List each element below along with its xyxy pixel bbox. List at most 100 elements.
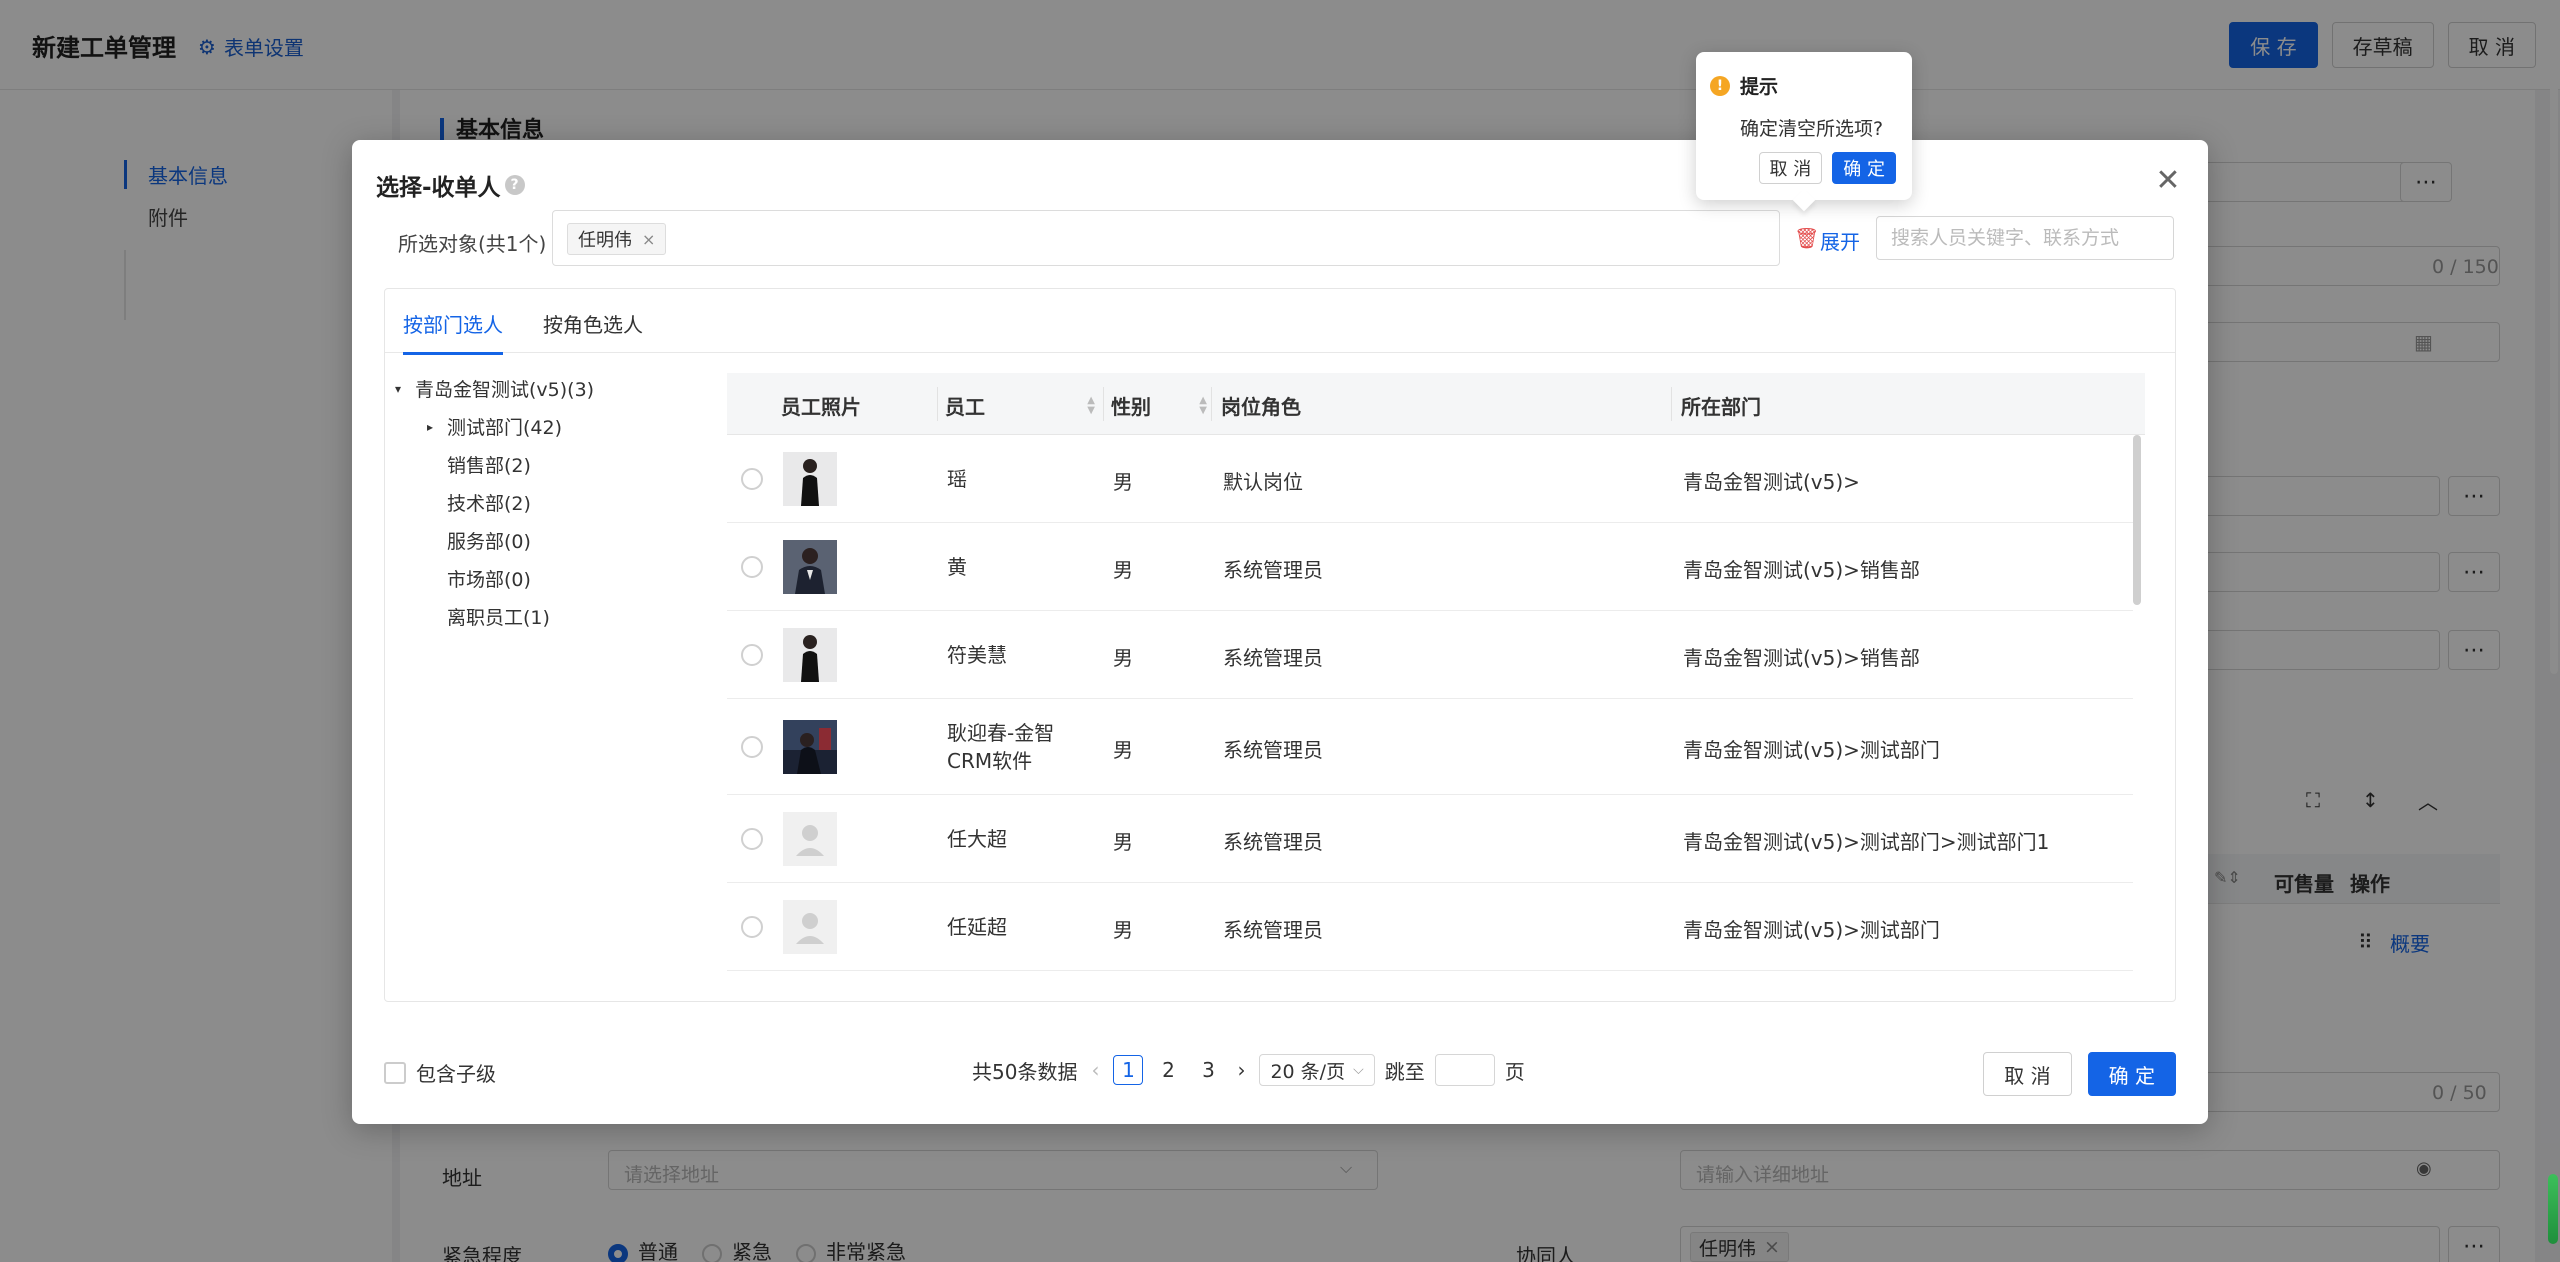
employee-gender: 男 [1113, 558, 1133, 582]
page-scrollbar-thumb[interactable] [2550, 4, 2558, 674]
sort-icon[interactable]: ▲ ▼ [1087, 395, 1095, 416]
employee-gender: 男 [1113, 918, 1133, 942]
selected-objects-box[interactable]: 任明伟 × [552, 210, 1780, 266]
popover-cancel-button[interactable]: 取 消 [1758, 152, 1823, 184]
table-row[interactable]: 耿迎春-金智CRM软件 男 系统管理员 青岛金智测试(v5)>测试部门 [727, 699, 2133, 795]
tab-by-department[interactable]: 按部门选人 [403, 309, 503, 355]
page-size-select[interactable]: 20 条/页 ⌵ [1259, 1054, 1375, 1086]
prev-page-icon[interactable]: ‹ [1087, 1058, 1103, 1082]
employee-role: 默认岗位 [1223, 470, 1303, 494]
page-unit: 页 [1504, 1059, 1525, 1084]
table-row[interactable]: 任大超 男 系统管理员 青岛金智测试(v5)>测试部门>测试部门1 [727, 795, 2133, 883]
remove-tag-icon[interactable]: × [642, 230, 655, 249]
tree-node[interactable]: 销售部(2) [427, 451, 531, 478]
row-radio[interactable] [741, 556, 763, 578]
tree-node[interactable]: 市场部(0) [427, 565, 531, 592]
table-header: 员工照片 员工 ▲ ▼ 性别 ▲ ▼ 岗位角色 所在部门 [727, 373, 2145, 435]
col-department: 所在部门 [1681, 395, 1761, 419]
default-avatar-image [783, 812, 837, 866]
selector-tabs: 按部门选人 按角色选人 [385, 289, 2175, 355]
employee-department: 青岛金智测试(v5)> [1683, 470, 1860, 494]
employee-table: 员工照片 员工 ▲ ▼ 性别 ▲ ▼ 岗位角色 所在部门 瑶男默认岗位 青岛金智测试(v5… [727, 373, 2145, 985]
employee-department: 青岛金智测试(v5)>测试部门>测试部门1 [1683, 830, 2050, 854]
employee-role: 系统管理员 [1223, 830, 1323, 854]
caret-right-icon[interactable]: ▸ [427, 420, 447, 434]
clear-confirm-popover: ! 提示 确定清空所选项? 取 消 确 定 [1696, 52, 1912, 200]
row-radio[interactable] [741, 736, 763, 758]
table-row[interactable]: 瑶 男 默认岗位 青岛金智测试(v5)> [727, 435, 2133, 523]
selected-tag: 任明伟 × [567, 223, 667, 255]
search-input[interactable] [1876, 216, 2174, 260]
tree-node-label: 市场部(0) [447, 569, 531, 591]
col-separator [937, 387, 938, 421]
chevron-down-icon: ⌵ [1353, 1062, 1364, 1078]
modal-title: 选择-收单人 ? [376, 168, 525, 202]
employee-name: 耿迎春-金智CRM软件 [947, 721, 1055, 773]
jump-label: 跳至 [1384, 1059, 1425, 1084]
table-row[interactable]: 黄 男 系统管理员 青岛金智测试(v5)>销售部 [727, 523, 2133, 611]
help-icon[interactable]: ? [504, 175, 525, 195]
total-count: 共50条数据 [972, 1059, 1078, 1084]
row-radio[interactable] [741, 828, 763, 850]
page-3[interactable]: 3 [1193, 1055, 1223, 1085]
next-page-icon[interactable]: › [1233, 1058, 1249, 1082]
row-radio[interactable] [741, 468, 763, 490]
employee-name: 黄 [947, 555, 967, 579]
employee-gender: 男 [1113, 830, 1133, 854]
tree-node-label: 测试部门(42) [447, 417, 563, 439]
tree-node[interactable]: 服务部(0) [427, 527, 531, 554]
popover-title: ! 提示 [1710, 72, 1778, 99]
tree-node[interactable]: ▾ 青岛金智测试(v5)(3) [395, 375, 594, 402]
expand-link[interactable]: 展开 [1820, 226, 1860, 255]
warning-icon: ! [1710, 75, 1730, 96]
tree-node-label: 服务部(0) [447, 531, 531, 553]
floating-indicator[interactable] [2548, 1174, 2558, 1244]
tree-node[interactable]: ▸ 测试部门(42) [427, 413, 562, 440]
photo-suit-image [783, 540, 837, 594]
employee-gender: 男 [1113, 646, 1133, 670]
employee-department: 青岛金智测试(v5)>测试部门 [1683, 918, 1940, 942]
tree-node-label: 青岛金智测试(v5)(3) [415, 379, 595, 401]
employee-gender: 男 [1113, 738, 1133, 762]
table-row[interactable]: 符美慧 男 系统管理员 青岛金智测试(v5)>销售部 [727, 611, 2133, 699]
close-icon[interactable]: ✕ [2150, 162, 2186, 198]
table-row[interactable]: 任延超 男 系统管理员 青岛金智测试(v5)>测试部门 [727, 883, 2133, 971]
col-photo: 员工照片 [781, 395, 861, 419]
tree-node-label: 离职员工(1) [447, 607, 550, 629]
modal-confirm-button[interactable]: 确 定 [2087, 1052, 2176, 1096]
tree-node[interactable]: 离职员工(1) [427, 603, 550, 630]
selector-panel: 按部门选人 按角色选人 ▾ 青岛金智测试(v5)(3) ▸ 测试部门(42) 销售部(2… [384, 288, 2176, 1002]
row-radio[interactable] [741, 644, 763, 666]
col-separator [1211, 387, 1212, 421]
page-1[interactable]: 1 [1113, 1055, 1144, 1085]
employee-department: 青岛金智测试(v5)>销售部 [1683, 558, 1920, 582]
select-receiver-modal: 选择-收单人 ? ✕ 所选对象(共1个) 任明伟 × 🗑 展开 按部门选人 按角… [352, 140, 2208, 1124]
modal-cancel-button[interactable]: 取 消 [1983, 1052, 2072, 1096]
default-avatar-image [783, 900, 837, 954]
sort-icon[interactable]: ▲ ▼ [1199, 395, 1207, 416]
modal-actions: 取 消 确 定 [1983, 1052, 2176, 1096]
trash-icon[interactable]: 🗑 [1794, 226, 1819, 250]
employee-role: 系统管理员 [1223, 918, 1323, 942]
page-scrollbar[interactable] [2548, 0, 2560, 1262]
employee-role: 系统管理员 [1223, 558, 1323, 582]
jump-page-input[interactable] [1434, 1054, 1495, 1086]
tree-node-label: 销售部(2) [447, 455, 531, 477]
col-separator [1103, 387, 1104, 421]
tab-by-role[interactable]: 按角色选人 [543, 309, 643, 352]
tree-node[interactable]: 技术部(2) [427, 489, 531, 516]
page-2[interactable]: 2 [1153, 1055, 1183, 1085]
selected-objects-label: 所选对象(共1个) [398, 232, 547, 256]
table-scrollbar[interactable] [2133, 435, 2141, 605]
employee-name: 任大超 [947, 827, 1007, 851]
col-gender[interactable]: 性别 ▲ ▼ [1111, 391, 1207, 420]
tree-node-label: 技术部(2) [447, 493, 531, 515]
row-radio[interactable] [741, 916, 763, 938]
include-children-checkbox[interactable]: 包含子级 [384, 1058, 496, 1087]
employee-role: 系统管理员 [1223, 646, 1323, 670]
caret-down-icon[interactable]: ▾ [395, 382, 415, 396]
col-role: 岗位角色 [1221, 395, 1301, 419]
col-employee[interactable]: 员工 ▲ ▼ [945, 391, 1095, 420]
popover-confirm-button[interactable]: 确 定 [1832, 152, 1896, 184]
popover-actions: 取 消 确 定 [1758, 152, 1896, 184]
